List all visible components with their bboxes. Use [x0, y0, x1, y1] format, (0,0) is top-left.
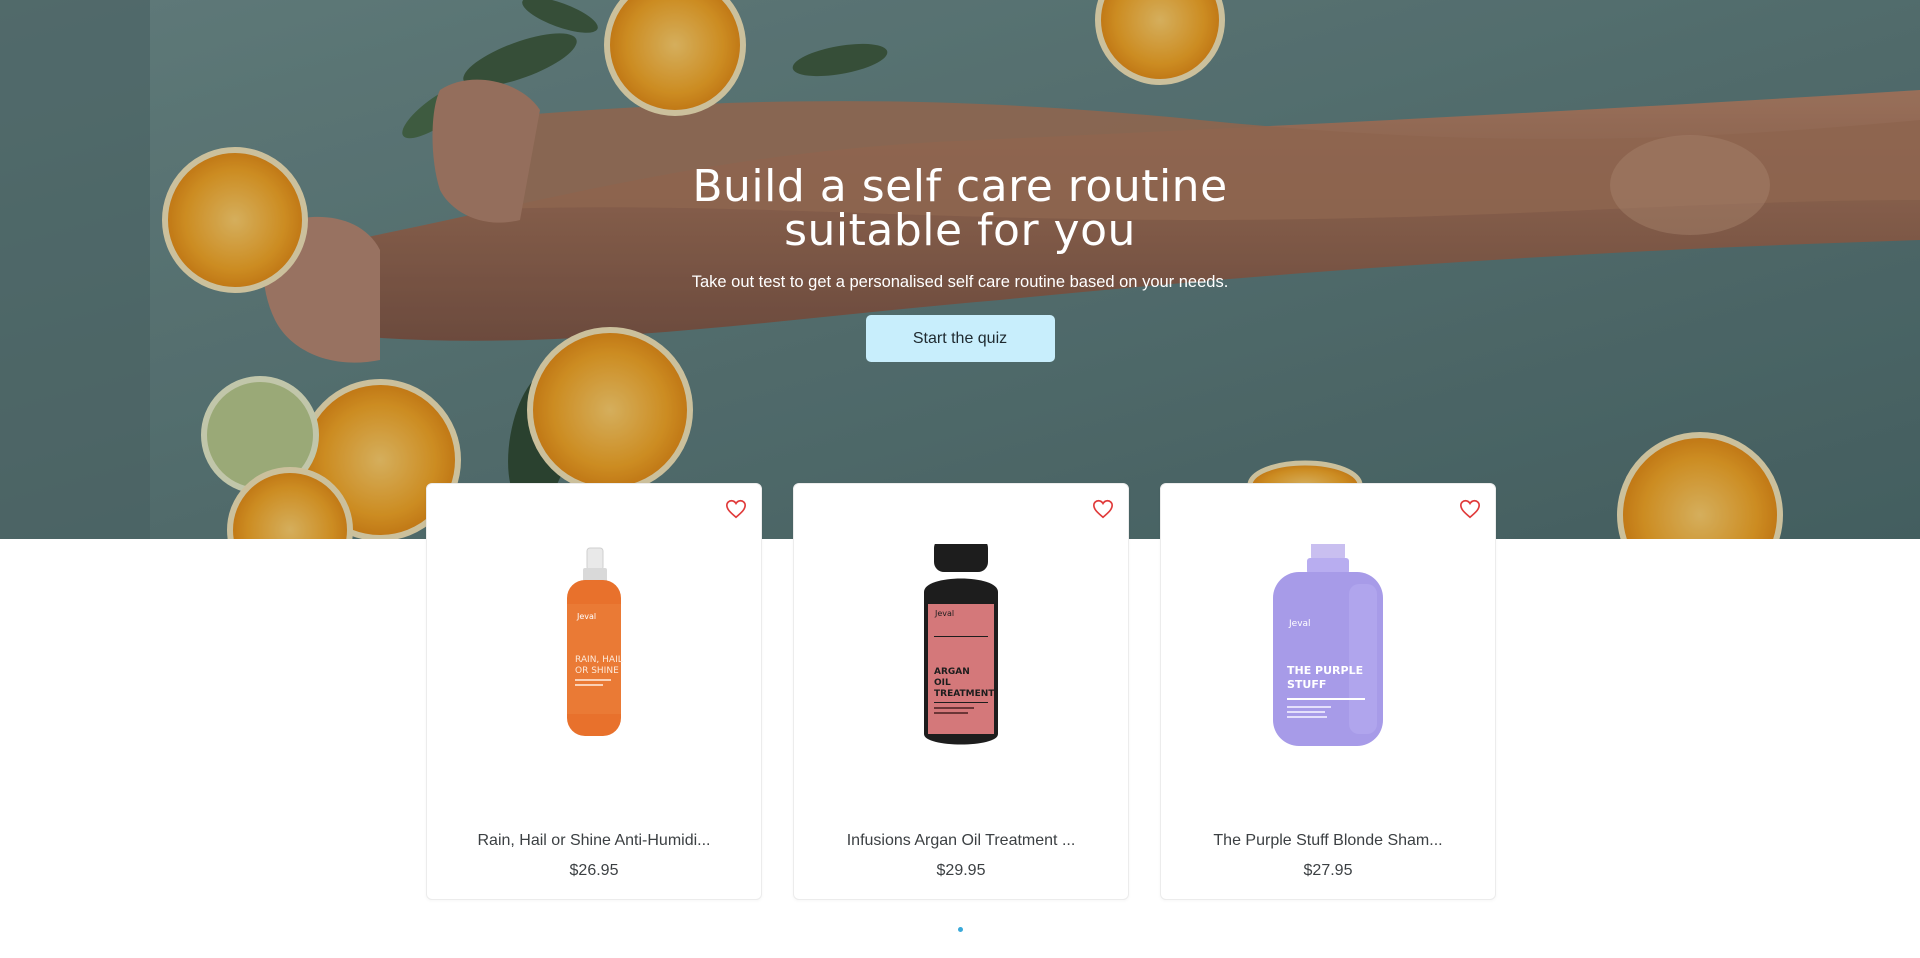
hero-banner: Build a self care routine suitable for y… — [0, 0, 1920, 539]
svg-text:OR SHINE: OR SHINE — [575, 666, 619, 676]
product-price: $26.95 — [569, 862, 619, 879]
product-name[interactable]: Infusions Argan Oil Treatment ... — [794, 832, 1128, 850]
start-quiz-button[interactable]: Start the quiz — [865, 315, 1055, 362]
hero-content: Build a self care routine suitable for y… — [0, 165, 1920, 362]
svg-text:ARGAN: ARGAN — [934, 667, 970, 677]
product-card[interactable]: Jeval ARGAN OIL TREATMENT Infusions Arga… — [793, 483, 1129, 900]
product-price: $27.95 — [1303, 862, 1353, 879]
product-image[interactable]: Jeval THE PURPLE STUFF — [1161, 544, 1495, 754]
product-name[interactable]: The Purple Stuff Blonde Sham... — [1161, 832, 1495, 850]
product-image[interactable]: Jeval ARGAN OIL TREATMENT — [794, 544, 1128, 754]
svg-text:STUFF: STUFF — [1287, 678, 1326, 691]
hero-subtitle: Take out test to get a personalised self… — [691, 273, 1229, 291]
svg-text:THE PURPLE: THE PURPLE — [1287, 664, 1363, 677]
heart-icon[interactable] — [1459, 498, 1481, 520]
product-card[interactable]: Jeval THE PURPLE STUFF The Purple Stuff … — [1160, 483, 1496, 900]
carousel-page-dot[interactable] — [958, 927, 963, 932]
hero-title: Build a self care routine suitable for y… — [640, 165, 1280, 253]
product-image[interactable]: Jeval RAIN, HAIL OR SHINE — [427, 544, 761, 754]
product-name[interactable]: Rain, Hail or Shine Anti-Humidi... — [427, 832, 761, 850]
bottle-brand: Jeval — [576, 612, 596, 621]
svg-text:RAIN, HAIL: RAIN, HAIL — [575, 655, 623, 665]
heart-icon[interactable] — [1092, 498, 1114, 520]
bottle-brand: Jeval — [1288, 619, 1311, 629]
product-price: $29.95 — [936, 862, 986, 879]
bottle-brand: Jeval — [934, 609, 954, 618]
heart-icon[interactable] — [725, 498, 747, 520]
product-card[interactable]: Jeval RAIN, HAIL OR SHINE Rain, Hail or … — [426, 483, 762, 900]
svg-text:TREATMENT: TREATMENT — [934, 689, 995, 699]
svg-text:OIL: OIL — [934, 678, 951, 688]
hero-title-line-2: suitable for you — [784, 205, 1136, 256]
product-carousel: Jeval RAIN, HAIL OR SHINE Rain, Hail or … — [0, 483, 1920, 901]
